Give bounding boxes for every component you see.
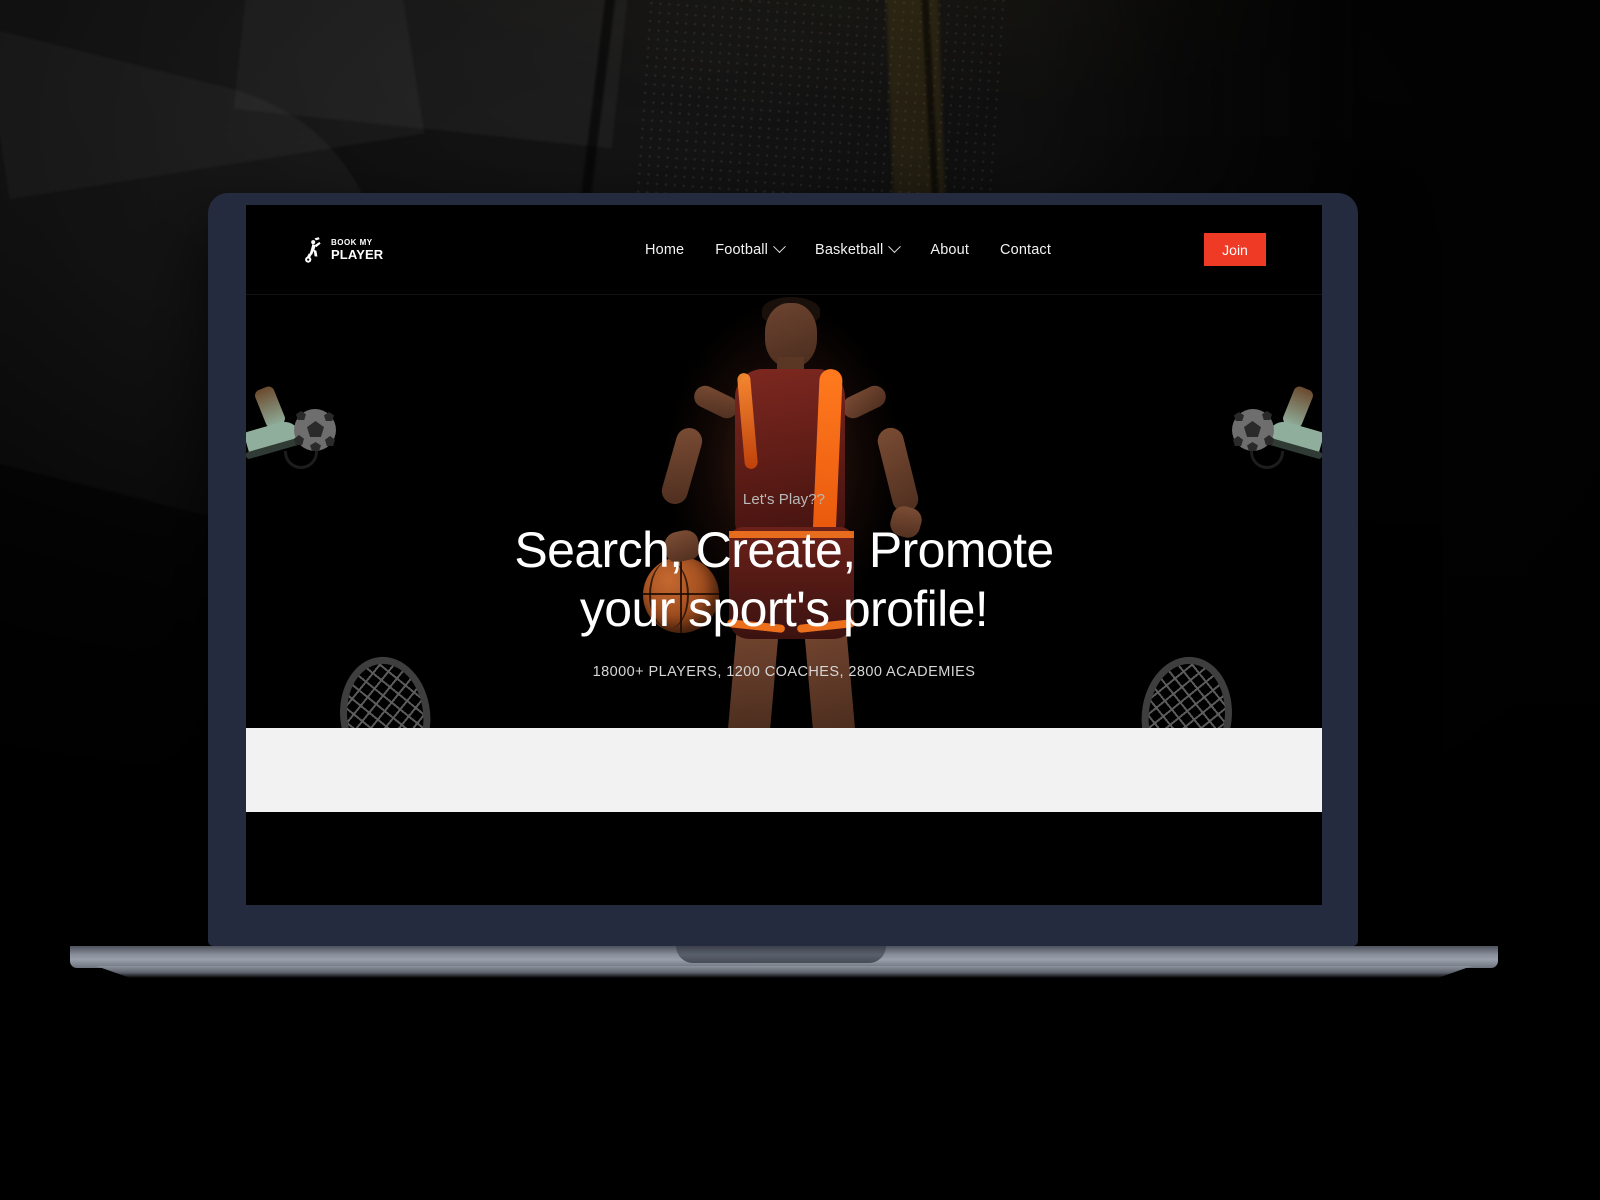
nav-link-contact[interactable]: Contact [1000, 242, 1051, 258]
hero-content: Let's Play?? Search, Create, Promote you… [246, 491, 1322, 680]
laptop-mockup: BOOK MY PLAYER Home Football Basketball … [0, 0, 1600, 1200]
nav-link-label: Football [715, 241, 769, 258]
soccer-ball-icon [1232, 409, 1274, 451]
hero-headline-line2: your sport's profile! [579, 580, 989, 637]
hero-stats: 18000+ PLAYERS, 1200 COACHES, 2800 ACADE… [592, 664, 976, 680]
hero-bottom-band [246, 728, 1322, 812]
decor-motion-arc [1250, 451, 1284, 469]
nav-link-football[interactable]: Football [715, 240, 786, 258]
hero-headline-line1: Search, Create, Promote [514, 522, 1054, 578]
hero-headline: Search, Create, Promote your sport's pro… [246, 521, 1322, 638]
chevron-down-icon [888, 240, 902, 254]
nav-link-label: Home [645, 241, 685, 258]
decor-motion-arc [284, 451, 318, 469]
website-viewport: BOOK MY PLAYER Home Football Basketball … [246, 205, 1322, 905]
logo-text-top: BOOK MY [331, 237, 373, 247]
footballer-silhouette-icon [302, 236, 324, 263]
screenshot-canvas: BOOK MY PLAYER Home Football Basketball … [0, 0, 1600, 1200]
nav-link-label: Basketball [815, 241, 884, 258]
navbar: BOOK MY PLAYER Home Football Basketball … [246, 205, 1322, 295]
laptop-screen: BOOK MY PLAYER Home Football Basketball … [246, 205, 1322, 905]
join-button[interactable]: Join [1204, 233, 1266, 266]
nav-link-label: Contact [1000, 241, 1051, 258]
hero-section: Let's Play?? Search, Create, Promote you… [246, 295, 1322, 812]
decor-football-cleat-right [1202, 384, 1322, 505]
soccer-ball-icon [294, 409, 336, 451]
nav-link-basketball[interactable]: Basketball [815, 240, 902, 258]
nav-links: Home Football Basketball About Contact [492, 240, 1204, 258]
decor-football-cleat-left [246, 384, 366, 505]
laptop-base-notch [676, 946, 886, 963]
chevron-down-icon [773, 240, 786, 254]
nav-link-about[interactable]: About [930, 242, 969, 258]
nav-link-label: About [930, 241, 969, 258]
hero-eyebrow: Let's Play?? [742, 491, 826, 508]
nav-link-home[interactable]: Home [645, 242, 684, 258]
logo-text-bottom: PLAYER [331, 246, 384, 262]
logo[interactable]: BOOK MY PLAYER [302, 236, 492, 263]
laptop-base-front [96, 966, 1472, 978]
logo-text: BOOK MY PLAYER [331, 237, 384, 262]
